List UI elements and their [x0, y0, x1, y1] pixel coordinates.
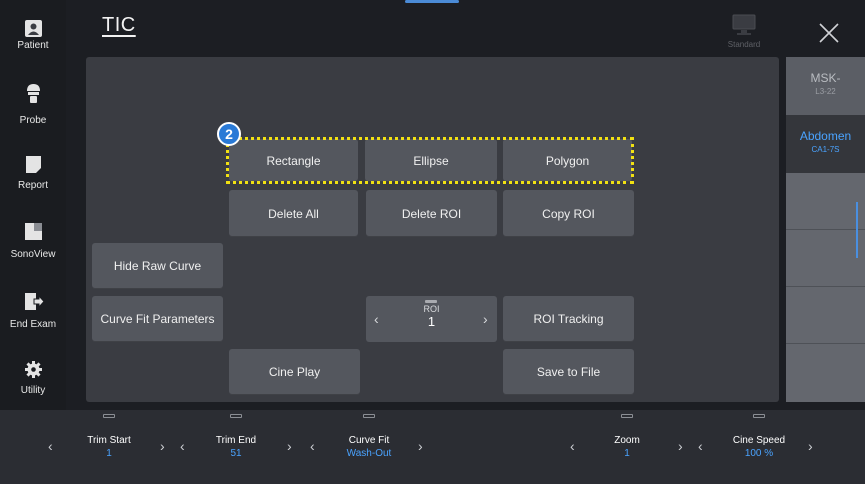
control-name: Trim End	[215, 435, 257, 446]
sidebar-item-label: Utility	[20, 385, 46, 396]
sidebar-item-probe[interactable]: Probe	[0, 84, 66, 140]
chevron-left-icon[interactable]: ‹	[180, 438, 185, 454]
ellipse-button[interactable]: Ellipse	[365, 139, 497, 182]
preset-button[interactable]: Standard	[722, 12, 766, 50]
probe-icon	[27, 84, 40, 103]
end-exam-icon	[25, 293, 44, 310]
sidebar-item-report[interactable]: Report	[0, 152, 66, 208]
monitor-icon	[732, 14, 756, 35]
curve-fit-control[interactable]: ‹ Curve Fit Wash-Out ›	[308, 410, 430, 484]
sidebar-item-end-exam[interactable]: End Exam	[0, 290, 66, 346]
probe-list: MSK- L3-22 Abdomen CA1-7S	[786, 57, 865, 402]
sidebar-item-label: SonoView	[10, 249, 56, 260]
sidebar-item-label: Patient	[17, 40, 49, 51]
probe-tab-msk[interactable]: MSK- L3-22	[786, 57, 865, 115]
chevron-right-icon[interactable]: ›	[808, 438, 813, 454]
preset-label: Standard	[727, 40, 761, 49]
sidebar-item-label: Probe	[19, 115, 47, 126]
sidebar-item-patient[interactable]: Patient	[0, 14, 66, 70]
zoom-control[interactable]: ‹ Zoom 1 ›	[562, 410, 692, 484]
control-name: Curve Fit	[348, 435, 390, 446]
close-button[interactable]	[812, 16, 846, 50]
delete-all-button[interactable]: Delete All	[229, 190, 358, 237]
control-value: 1	[106, 448, 112, 459]
curve-fit-parameters-button[interactable]: Curve Fit Parameters	[92, 296, 223, 342]
polygon-button[interactable]: Polygon	[503, 139, 632, 182]
page-title: TIC	[102, 14, 136, 36]
control-value: 100 %	[744, 448, 774, 459]
control-name: Trim Start	[87, 435, 131, 446]
chevron-right-icon[interactable]: ›	[678, 438, 683, 454]
sidebar-item-label: End Exam	[9, 319, 57, 330]
sidebar-item-label: Report	[17, 180, 48, 191]
cine-speed-control[interactable]: ‹ Cine Speed 100 % ›	[694, 410, 824, 484]
grip-icon	[230, 414, 242, 418]
copy-roi-button[interactable]: Copy ROI	[503, 190, 634, 237]
sidebar-item-sonoview[interactable]: SonoView	[0, 220, 66, 276]
sidebar: Patient Probe Report SonoView End Exam U…	[0, 0, 66, 410]
gear-icon	[25, 361, 42, 378]
probe-name: Abdomen	[799, 129, 852, 143]
grip-icon	[621, 414, 633, 418]
chevron-right-icon[interactable]: ›	[418, 438, 423, 454]
grip-icon	[363, 414, 375, 418]
control-name: Cine Speed	[732, 435, 786, 446]
hide-raw-curve-button[interactable]: Hide Raw Curve	[92, 243, 223, 289]
grip-icon	[753, 414, 765, 418]
roi-tracking-button[interactable]: ROI Tracking	[503, 296, 634, 342]
roi-stepper-label: ROI	[423, 304, 440, 314]
chevron-left-icon[interactable]: ‹	[570, 438, 575, 454]
probe-model: CA1-7S	[811, 145, 840, 154]
trim-start-control[interactable]: ‹ Trim Start 1 ›	[40, 410, 180, 484]
chevron-left-icon[interactable]: ‹	[374, 311, 379, 327]
scrollbar[interactable]	[856, 202, 858, 258]
top-indicator	[405, 0, 459, 3]
probe-slot-empty[interactable]	[786, 173, 865, 230]
cine-play-button[interactable]: Cine Play	[229, 349, 360, 395]
rectangle-button[interactable]: Rectangle	[229, 139, 358, 182]
step-badge: 2	[217, 122, 241, 146]
delete-roi-button[interactable]: Delete ROI	[366, 190, 497, 237]
grip-icon	[425, 300, 437, 303]
trim-end-control[interactable]: ‹ Trim End 51 ›	[180, 410, 292, 484]
save-to-file-button[interactable]: Save to File	[503, 349, 634, 395]
bottom-control-bar: ‹ Trim Start 1 › ‹ Trim End 51 › ‹ Curve…	[0, 410, 865, 484]
close-icon	[819, 23, 839, 43]
probe-slot-empty[interactable]	[786, 230, 865, 287]
sidebar-item-utility[interactable]: Utility	[0, 355, 66, 411]
probe-tab-abdomen[interactable]: Abdomen CA1-7S	[786, 115, 865, 173]
sonoview-icon	[25, 223, 42, 240]
control-value: Wash-Out	[346, 448, 392, 459]
chevron-right-icon[interactable]: ›	[160, 438, 165, 454]
roi-stepper[interactable]: ROI 1 ‹ ›	[366, 296, 497, 342]
chevron-left-icon[interactable]: ‹	[310, 438, 315, 454]
report-icon	[26, 156, 41, 173]
chevron-left-icon[interactable]: ‹	[48, 438, 53, 454]
chevron-left-icon[interactable]: ‹	[698, 438, 703, 454]
chevron-right-icon[interactable]: ›	[483, 311, 488, 327]
patient-icon	[25, 20, 42, 37]
probe-slot-empty[interactable]	[786, 344, 865, 402]
probe-slot-empty[interactable]	[786, 287, 865, 344]
control-name: Zoom	[614, 435, 640, 446]
probe-name: MSK-	[810, 71, 841, 85]
roi-stepper-value: 1	[427, 314, 436, 329]
grip-icon	[103, 414, 115, 418]
chevron-right-icon[interactable]: ›	[287, 438, 292, 454]
control-value: 1	[624, 448, 630, 459]
probe-model: L3-22	[815, 87, 836, 96]
control-value: 51	[230, 448, 242, 459]
